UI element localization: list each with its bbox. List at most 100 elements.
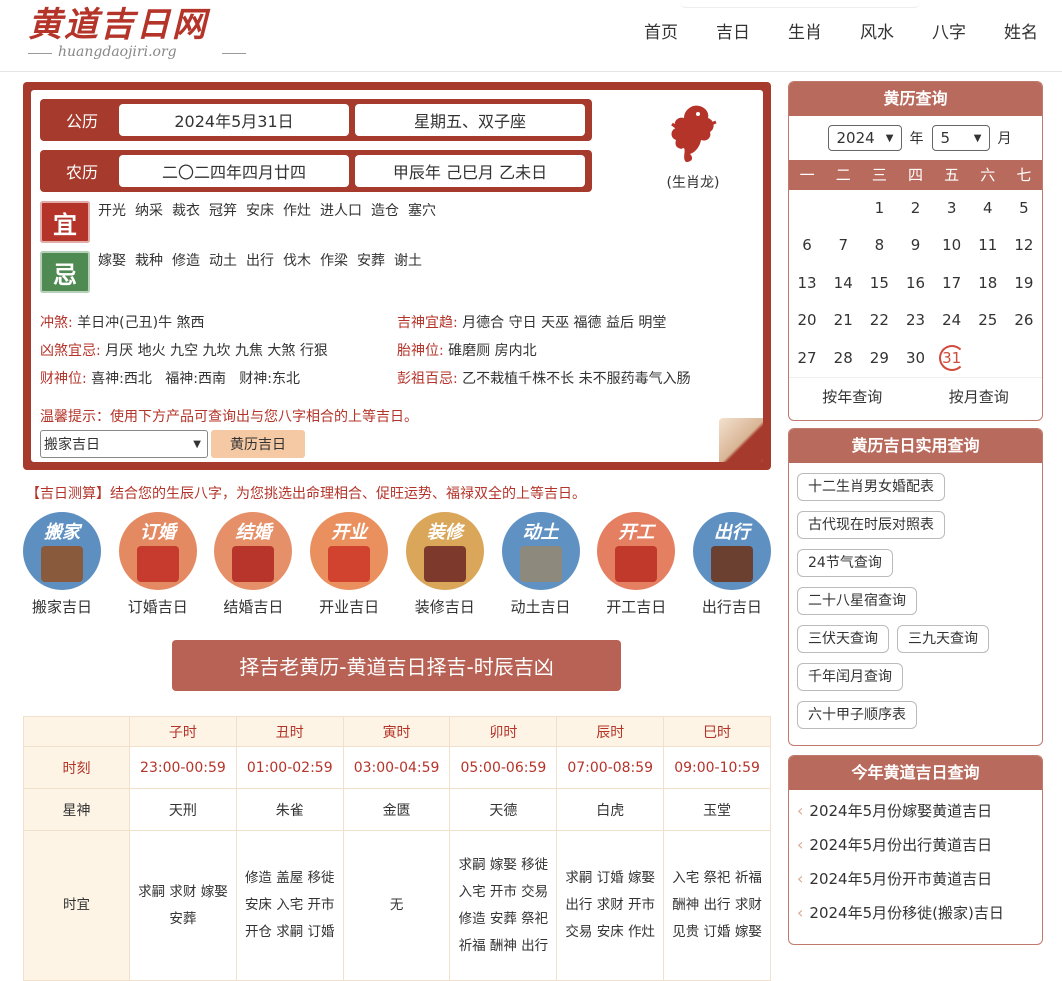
ji-item: 栽种 bbox=[135, 253, 163, 269]
calendar-day[interactable]: 1 bbox=[861, 190, 897, 227]
weekday: 星期五、双子座 bbox=[355, 104, 585, 136]
calendar-controls: 2024 ▼ 年 5 ▼ 月 bbox=[789, 116, 1042, 160]
calendar-day[interactable]: 21 bbox=[825, 302, 861, 339]
hours-table: 子时 丑时 寅时 卯时 辰时 巳时 时刻 23:00-00:59 01:00-0… bbox=[23, 716, 771, 981]
query-by-year-link[interactable]: 按年查询 bbox=[789, 378, 916, 415]
calendar-day[interactable]: 8 bbox=[861, 227, 897, 264]
star-row: 星神 天刑 朱雀 金匮 天德 白虎 玉堂 bbox=[23, 788, 771, 831]
service-item[interactable]: 开工 开工吉日 bbox=[596, 512, 676, 617]
calendar-day[interactable]: 24 bbox=[934, 302, 970, 339]
service-item[interactable]: 出行 出行吉日 bbox=[692, 512, 772, 617]
calendar-day[interactable]: 2 bbox=[897, 190, 933, 227]
tool-link[interactable]: 古代现在时辰对照表 bbox=[797, 511, 945, 539]
service-label: 开工吉日 bbox=[606, 598, 667, 616]
tool-link[interactable]: 三伏天查询 bbox=[797, 625, 889, 653]
site-logo[interactable]: 黄道吉日网 huangdaojiri.org bbox=[28, 6, 246, 66]
yearly-link[interactable]: 2024年5月份出行黄道吉日 bbox=[797, 828, 1034, 862]
calendar-day[interactable]: 29 bbox=[861, 340, 897, 377]
jiri-select[interactable]: 搬家吉日 ▼ bbox=[40, 430, 208, 458]
tool-link[interactable]: 千年闰月查询 bbox=[797, 663, 903, 691]
nav-shengxiao[interactable]: 生肖 bbox=[788, 20, 822, 46]
calendar-day[interactable]: 10 bbox=[934, 227, 970, 264]
jishen-key: 吉神宜趋: bbox=[397, 315, 458, 331]
yi-item: 进人口 bbox=[320, 203, 362, 219]
service-item[interactable]: 装修 装修吉日 bbox=[405, 512, 485, 617]
almanac-card: 公历 2024年5月31日 星期五、双子座 农历 二〇二四年四月廿四 甲辰年 己… bbox=[23, 82, 771, 470]
calendar-day[interactable]: 9 bbox=[897, 227, 933, 264]
calendar-grid: 1 2 3 4 5 6 7 8 9 10 11 12 13 14 15 16 17 18 19 20 21 22 23 24 2… bbox=[789, 190, 1042, 377]
main-nav: 首页 吉日 生肖 风水 八字 姓名 bbox=[606, 20, 1038, 46]
tools-list: 十二生肖男女婚配表 古代现在时辰对照表 24节气查询 二十八星宿查询 三伏天查询 三九天查… bbox=[789, 463, 1042, 745]
calendar-empty bbox=[1006, 340, 1042, 377]
calendar-day[interactable]: 16 bbox=[897, 265, 933, 302]
ganzhi: 甲辰年 己巳月 乙未日 bbox=[355, 155, 585, 187]
calendar-day[interactable]: 26 bbox=[1006, 302, 1042, 339]
calendar-day[interactable]: 20 bbox=[789, 302, 825, 339]
service-item[interactable]: 动土 动土吉日 bbox=[501, 512, 581, 617]
query-by-month-link[interactable]: 按月查询 bbox=[916, 378, 1043, 415]
yearly-link[interactable]: 2024年5月份移徙(搬家)吉日 bbox=[797, 896, 1034, 930]
chevron-down-icon: ▼ bbox=[973, 132, 982, 144]
yi-hour-cell: 求嗣 求财 嫁娶 安葬 bbox=[129, 830, 237, 981]
service-item[interactable]: 搬家 搬家吉日 bbox=[22, 512, 102, 617]
calendar-day[interactable]: 23 bbox=[897, 302, 933, 339]
calendar-day[interactable]: 14 bbox=[825, 265, 861, 302]
tool-link[interactable]: 六十甲子顺序表 bbox=[797, 701, 917, 729]
service-icon-title: 搬家 bbox=[44, 522, 80, 543]
calendar-day[interactable]: 31 bbox=[934, 340, 970, 377]
chongsha-key: 冲煞: bbox=[40, 315, 73, 331]
yi-item: 塞穴 bbox=[408, 203, 436, 219]
calendar-day[interactable]: 22 bbox=[861, 302, 897, 339]
calendar-day[interactable]: 25 bbox=[970, 302, 1006, 339]
service-item[interactable]: 开业 开业吉日 bbox=[309, 512, 389, 617]
ji-item: 作梁 bbox=[320, 253, 348, 269]
tool-link[interactable]: 十二生肖男女婚配表 bbox=[797, 473, 945, 501]
yearly-link[interactable]: 2024年5月份开市黄道吉日 bbox=[797, 862, 1034, 896]
service-icon-title: 装修 bbox=[426, 522, 463, 543]
calendar-day[interactable]: 13 bbox=[789, 265, 825, 302]
header-blank bbox=[23, 716, 130, 747]
star-cell: 金匮 bbox=[342, 788, 451, 831]
calendar-day[interactable]: 4 bbox=[970, 190, 1006, 227]
tool-link[interactable]: 三九天查询 bbox=[897, 625, 989, 653]
service-icon: 开工 bbox=[597, 512, 676, 590]
calendar-day[interactable]: 7 bbox=[825, 227, 861, 264]
year-select[interactable]: 2024 ▼ bbox=[827, 125, 902, 151]
calendar-day[interactable]: 11 bbox=[970, 227, 1006, 264]
calendar-day[interactable]: 17 bbox=[934, 265, 970, 302]
service-item[interactable]: 结婚 结婚吉日 bbox=[213, 512, 293, 617]
calendar-title: 黄历查询 bbox=[789, 82, 1042, 116]
yearly-link[interactable]: 2024年5月份嫁娶黄道吉日 bbox=[797, 794, 1034, 828]
calendar-day[interactable]: 28 bbox=[825, 340, 861, 377]
calendar-day[interactable]: 18 bbox=[970, 265, 1006, 302]
nav-bazi[interactable]: 八字 bbox=[932, 20, 966, 46]
nav-home[interactable]: 首页 bbox=[644, 20, 678, 46]
tool-link[interactable]: 24节气查询 bbox=[797, 549, 893, 577]
huangli-button[interactable]: 黄历吉日 bbox=[211, 430, 305, 458]
tools-panel: 黄历吉日实用查询 十二生肖男女婚配表 古代现在时辰对照表 24节气查询 二十八星宿查询… bbox=[788, 428, 1043, 746]
month-select[interactable]: 5 ▼ bbox=[931, 125, 990, 151]
calendar-day[interactable]: 19 bbox=[1006, 265, 1042, 302]
calendar-day[interactable]: 6 bbox=[789, 227, 825, 264]
service-label: 动土吉日 bbox=[510, 598, 571, 616]
tool-link[interactable]: 二十八星宿查询 bbox=[797, 587, 917, 615]
calendar-day[interactable]: 30 bbox=[897, 340, 933, 377]
calendar-empty bbox=[970, 340, 1006, 377]
hours-header-row: 子时 丑时 寅时 卯时 辰时 巳时 bbox=[23, 716, 771, 747]
service-item[interactable]: 订婚 订婚吉日 bbox=[118, 512, 198, 617]
calendar-day[interactable]: 5 bbox=[1006, 190, 1042, 227]
calendar-footer: 按年查询 按月查询 bbox=[789, 376, 1043, 415]
row-label: 星神 bbox=[23, 788, 130, 831]
calendar-day[interactable]: 27 bbox=[789, 340, 825, 377]
nav-jiri[interactable]: 吉日 bbox=[716, 20, 750, 46]
yi-hour-cell: 入宅 祭祀 祈福 酬神 出行 求财 见贵 订婚 嫁娶 bbox=[663, 830, 771, 981]
weekday-label: 四 bbox=[907, 166, 923, 184]
nav-fengshui[interactable]: 风水 bbox=[860, 20, 894, 46]
service-picture bbox=[519, 546, 562, 582]
nav-xingming[interactable]: 姓名 bbox=[1004, 20, 1038, 46]
ji-item: 安葬 bbox=[357, 253, 385, 269]
calendar-day[interactable]: 12 bbox=[1006, 227, 1042, 264]
weekday-label: 一 bbox=[799, 166, 815, 184]
calendar-day[interactable]: 15 bbox=[861, 265, 897, 302]
calendar-day[interactable]: 3 bbox=[934, 190, 970, 227]
